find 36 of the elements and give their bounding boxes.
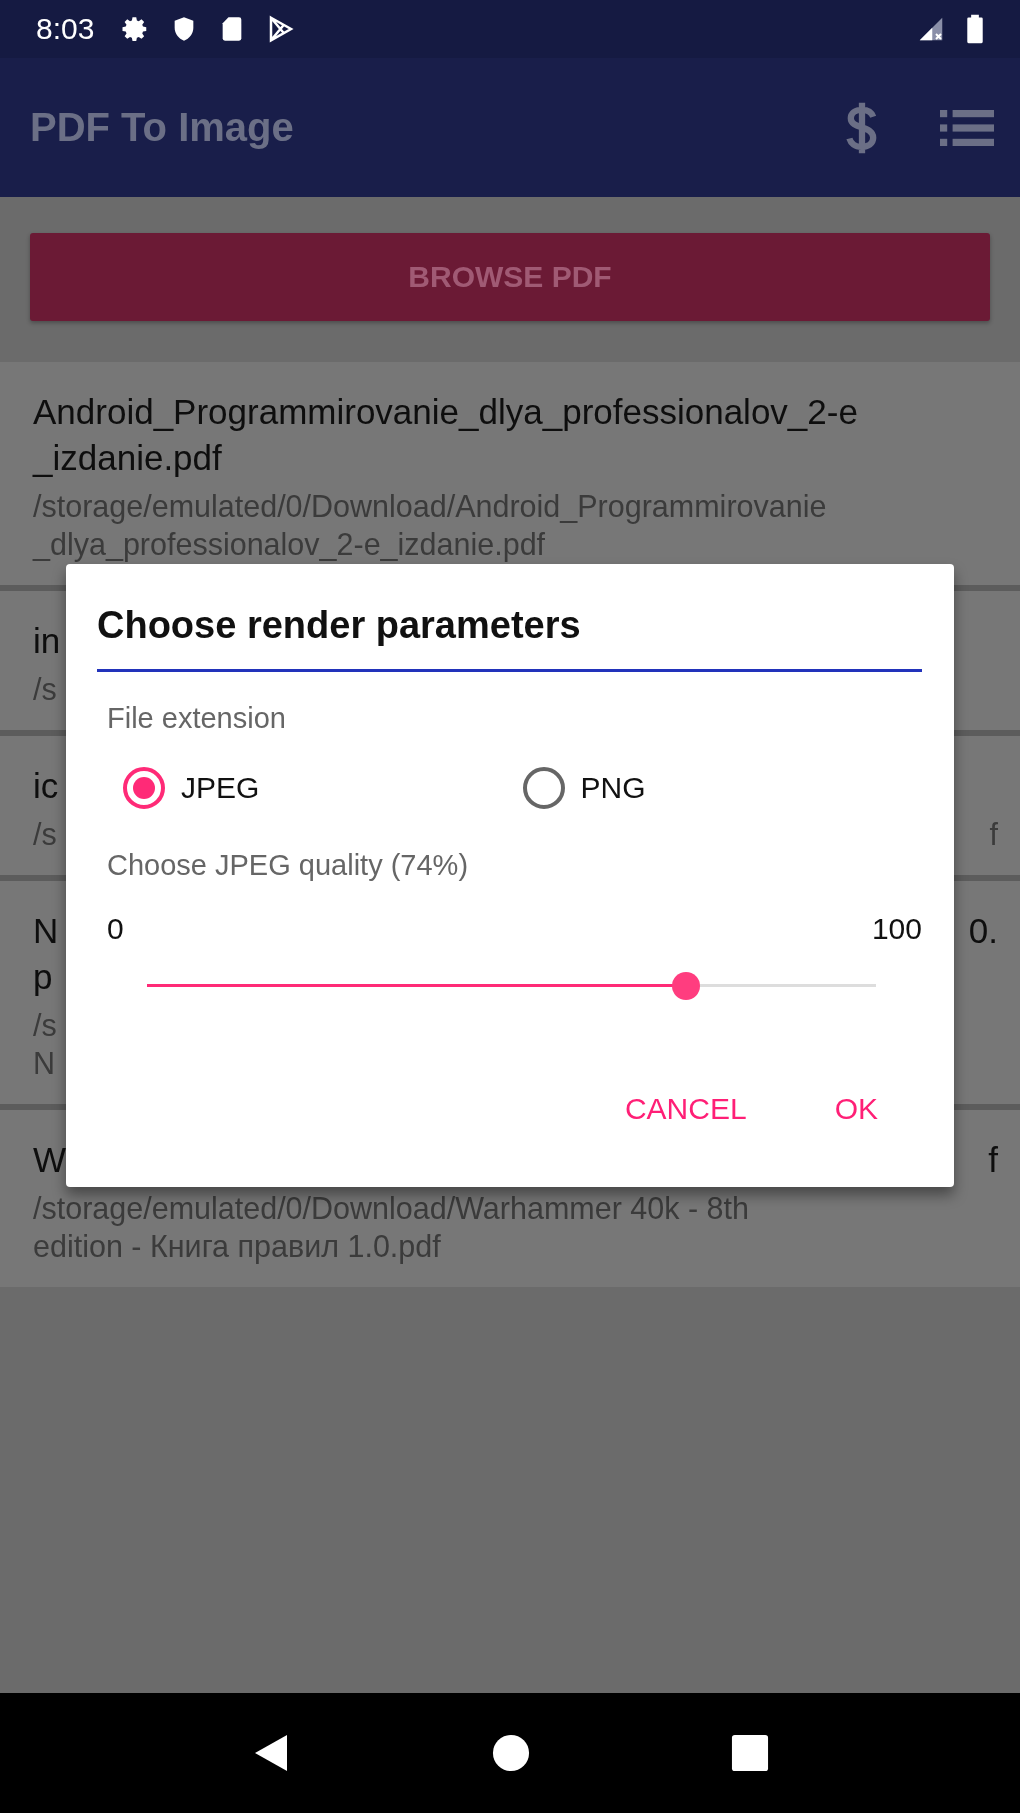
file-path: /s: [33, 671, 57, 708]
radio-button[interactable]: [123, 767, 165, 809]
recents-icon[interactable]: [731, 1734, 770, 1772]
file-path: /s: [33, 1007, 57, 1044]
file-list-item[interactable]: Android_Programmirovanie_dlya_professionalov_2-e _izdanie.pdf /storage/emulated/0/Download/Android_Programmirovanie _dlya_professionalov_2-e_izdanie.pdf: [0, 362, 1020, 585]
radio-button[interactable]: [522, 767, 565, 809]
quality-slider[interactable]: [147, 972, 876, 1000]
radio-label[interactable]: JPEG: [181, 771, 260, 805]
slider-max-label: 100: [871, 912, 922, 946]
file-path: f: [989, 816, 998, 853]
radio-label[interactable]: PNG: [580, 771, 646, 805]
file-name: _izdanie.pdf: [33, 437, 222, 479]
file-path: N: [33, 1045, 56, 1082]
file-name: f: [988, 1139, 998, 1181]
browse-pdf-button[interactable]: BROWSE PDF: [30, 233, 990, 321]
clock: 8:03: [36, 12, 95, 46]
file-path: /storage/emulated/0/Download/Android_Programmirovanie: [33, 488, 827, 525]
field-label: File extension: [107, 702, 287, 735]
home-icon[interactable]: [492, 1734, 530, 1772]
file-name: in: [33, 620, 61, 662]
battery-icon: [966, 13, 984, 45]
field-label: Choose JPEG quality (74%): [107, 849, 470, 882]
file-name: N: [33, 910, 59, 952]
file-path: /storage/emulated/0/Download/Warhammer 40k - 8th: [33, 1190, 749, 1227]
app-title: PDF To Image: [30, 105, 295, 150]
file-path: /s: [33, 816, 57, 853]
slider-min-label: 0: [107, 912, 124, 946]
file-path: _dlya_professionalov_2-e_izdanie.pdf: [33, 526, 546, 563]
dialog-title: Choose render parameters: [97, 604, 922, 672]
file-name: p: [33, 956, 53, 998]
file-name: 0.: [968, 910, 998, 952]
file-name: ic: [33, 765, 59, 807]
file-name: Android_Programmirovanie_dlya_professionalov_2-e: [33, 391, 858, 433]
file-path: edition - Книга правил 1.0.pdf: [33, 1228, 441, 1265]
file-name: W: [33, 1139, 67, 1181]
slider-thumb[interactable]: [672, 972, 701, 1000]
